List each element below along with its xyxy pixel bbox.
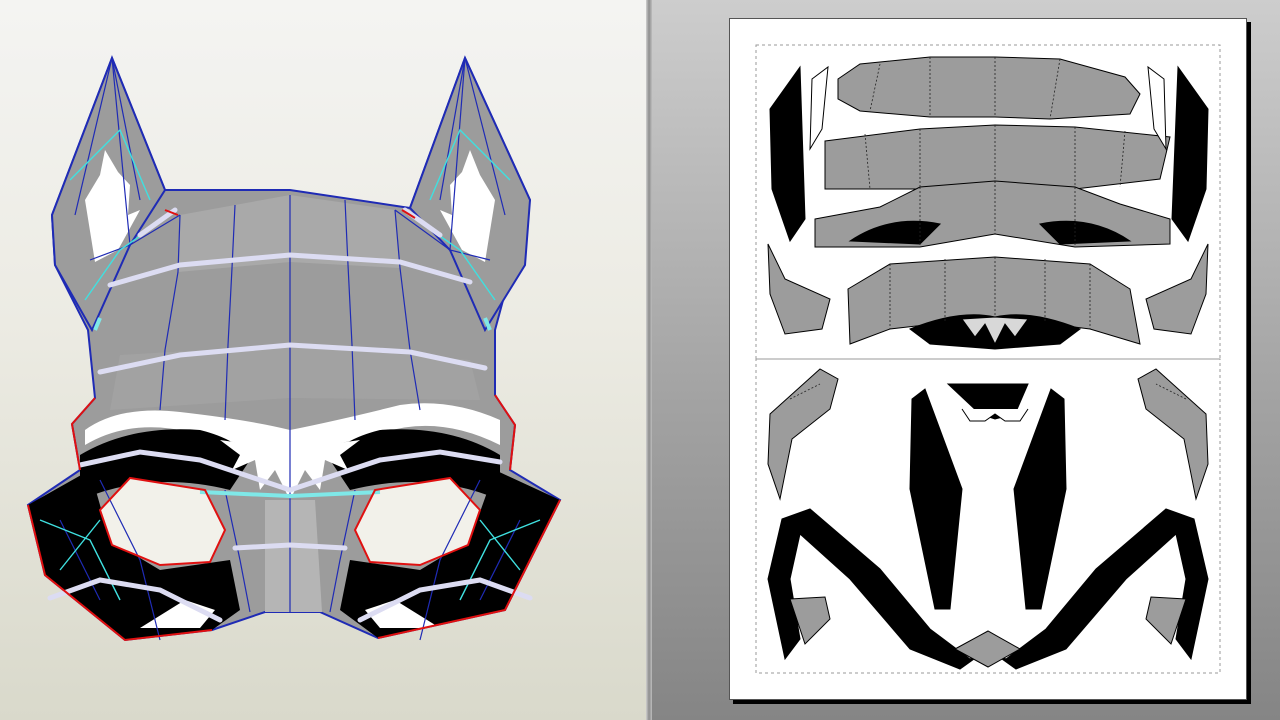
part-ear-right-outer[interactable] [1171,65,1209,243]
nose-bridge [265,500,322,612]
part-cheek-long-left[interactable] [909,388,963,610]
part-ear-left-inner[interactable] [809,65,829,151]
unfold-view-2d[interactable] [652,0,1280,720]
part-ear-left-outer[interactable] [769,65,806,243]
part-wing-right-gray[interactable] [1137,368,1209,501]
part-cheek-upper-left[interactable] [767,243,831,335]
part-forehead-mid[interactable] [824,124,1171,190]
part-forehead-top[interactable] [837,56,1141,120]
mask-3d-model[interactable] [0,0,646,720]
part-cheek-upper-right[interactable] [1145,243,1209,335]
paper-sheet[interactable] [729,18,1247,700]
part-swoosh-right[interactable] [980,508,1209,670]
part-swoosh-left[interactable] [767,508,996,670]
model-view-3d[interactable] [0,0,646,720]
part-wing-left-gray[interactable] [767,368,839,501]
unfolded-parts[interactable] [730,19,1246,699]
part-outlines [767,56,1209,670]
part-cheek-long-right[interactable] [1013,388,1067,610]
